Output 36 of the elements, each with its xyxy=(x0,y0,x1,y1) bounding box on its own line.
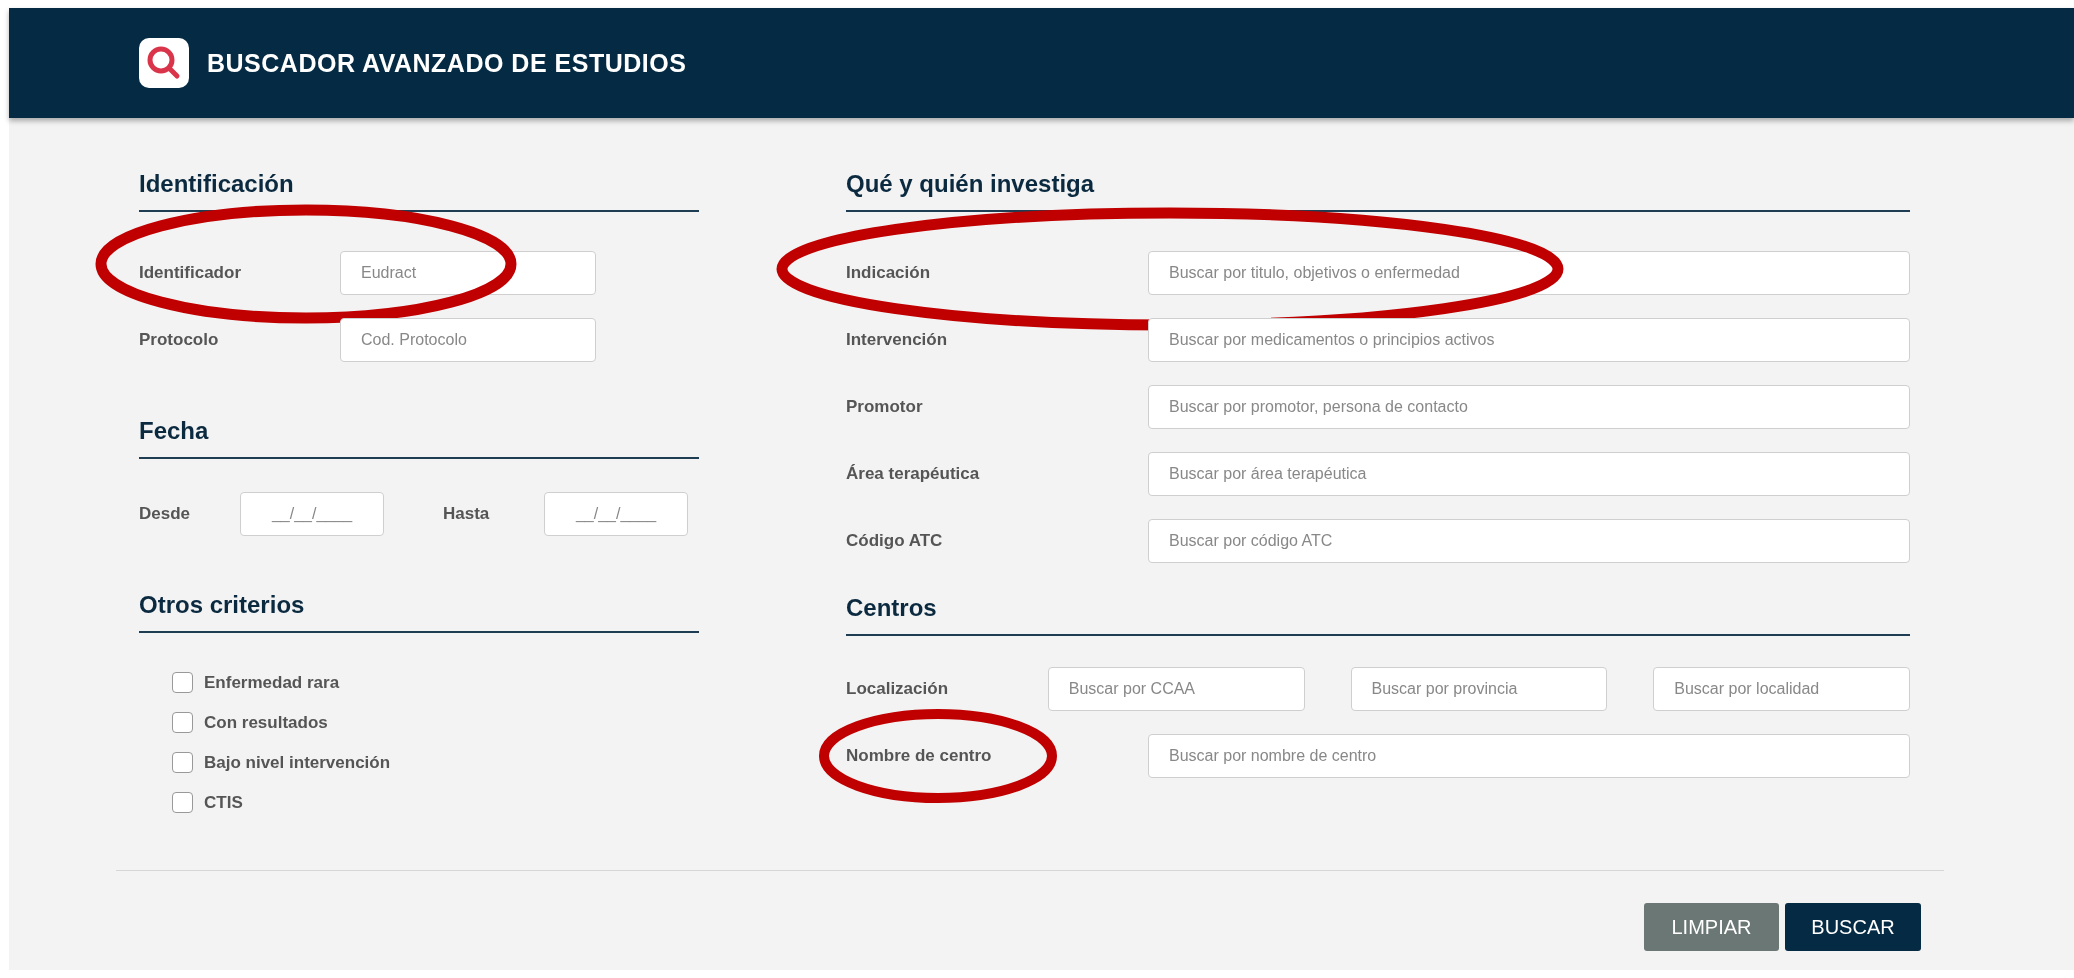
input-field[interactable]: Buscar por promotor, persona de contacto xyxy=(1148,385,1910,429)
field-label: Indicación xyxy=(846,263,932,283)
field-label: Código ATC xyxy=(846,531,944,551)
section-heading: Centros xyxy=(846,594,1910,636)
field-label: Hasta xyxy=(443,504,491,524)
field-label: Intervención xyxy=(846,330,949,350)
section-heading: Otros criterios xyxy=(139,591,699,633)
section-heading: Fecha xyxy=(139,417,699,459)
field-label: Localización xyxy=(846,679,950,699)
input-field[interactable]: Buscar por área terapéutica xyxy=(1148,452,1910,496)
input-field[interactable]: Buscar por localidad xyxy=(1653,667,1910,711)
input-field[interactable]: Buscar por CCAA xyxy=(1047,667,1305,711)
field-label: Protocolo xyxy=(139,330,220,350)
input-field[interactable]: Buscar por nombre de centro xyxy=(1148,734,1910,778)
action-button[interactable]: BUSCAR xyxy=(1785,903,1921,951)
checkbox-label: Enfermedad rara xyxy=(204,672,340,693)
section-heading: Qué y quién investiga xyxy=(846,170,1910,212)
checkbox-label: CTIS xyxy=(204,792,243,813)
input-field[interactable]: Eudract xyxy=(340,251,596,295)
field-label: Nombre de centro xyxy=(846,746,993,766)
action-button[interactable]: LIMPIAR xyxy=(1644,903,1779,951)
section-heading: Identificación xyxy=(139,170,699,212)
input-field[interactable]: Buscar por titulo, objetivos o enfermedad xyxy=(1148,251,1910,295)
input-field[interactable]: Cod. Protocolo xyxy=(340,318,596,362)
checkbox-label: Bajo nivel intervención xyxy=(204,752,391,773)
date-field[interactable]: __/__/____ xyxy=(544,492,688,536)
date-field[interactable]: __/__/____ xyxy=(240,492,384,536)
field-label: Área terapéutica xyxy=(846,464,981,484)
input-field[interactable]: Buscar por provincia xyxy=(1350,667,1608,711)
input-field[interactable]: Buscar por código ATC xyxy=(1148,519,1910,563)
field-label: Promotor xyxy=(846,397,924,417)
field-label: Identificador xyxy=(139,263,242,283)
page-title: BUSCADOR AVANZADO DE ESTUDIOS xyxy=(207,48,687,78)
checkbox-label: Con resultados xyxy=(204,712,328,733)
input-field[interactable]: Buscar por medicamentos o principios activos xyxy=(1148,318,1910,362)
field-label: Desde xyxy=(139,504,192,524)
